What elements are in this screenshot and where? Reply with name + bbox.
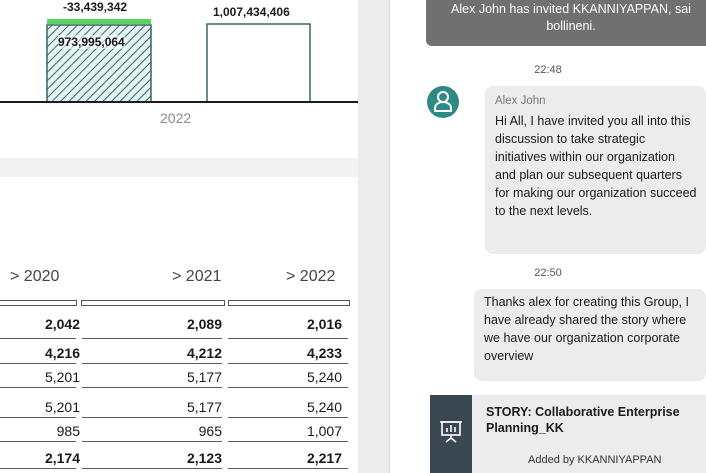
table-row: 5,201 5,177 5,240 xyxy=(0,366,358,388)
table-cell: 4,233 xyxy=(306,345,342,361)
message-author: Alex John xyxy=(495,95,546,107)
header-separator xyxy=(0,300,358,314)
table-cell: 985 xyxy=(56,423,80,439)
table-cell: 5,240 xyxy=(306,369,342,385)
avatar[interactable] xyxy=(427,86,459,118)
table-cell: 4,212 xyxy=(186,345,222,361)
table-cell: 5,201 xyxy=(44,399,80,415)
column-header-2022[interactable]: > 2022 xyxy=(286,268,335,286)
row-separator xyxy=(0,338,76,339)
variance-label: -33,439,342 xyxy=(63,0,128,14)
table-cell: 2,042 xyxy=(44,316,80,332)
row-separator xyxy=(82,468,222,469)
table-row: 2,174 2,123 2,217 xyxy=(0,447,358,469)
table-cell: 2,089 xyxy=(186,316,222,332)
row-separator xyxy=(82,363,222,364)
message-bubble: Alex John Hi All, I have invited you all… xyxy=(485,86,706,254)
table-cell: 2,174 xyxy=(44,450,80,466)
row-separator xyxy=(0,468,76,469)
table-cell: 4,216 xyxy=(44,345,80,361)
table-cell: 2,217 xyxy=(306,450,342,466)
row-separator xyxy=(228,417,348,418)
row-separator xyxy=(228,387,348,388)
table-row: 4,216 4,212 4,233 xyxy=(0,342,358,364)
discussion-panel: Alex John has invited KKANNIYAPPAN, sai … xyxy=(390,0,706,473)
bar-value-label: 973,995,064 xyxy=(58,35,125,49)
system-message-line: bollineni. xyxy=(546,19,596,33)
table-cell: 5,240 xyxy=(306,399,342,415)
row-separator xyxy=(0,363,76,364)
panel-divider xyxy=(358,0,390,473)
message-text: Thanks alex for creating this Group, I h… xyxy=(484,295,689,363)
table-row: 2,042 2,089 2,016 xyxy=(0,313,358,335)
x-axis-year: 2022 xyxy=(160,110,192,126)
story-icon-box xyxy=(430,395,472,473)
row-separator xyxy=(82,417,222,418)
column-header-2021[interactable]: > 2021 xyxy=(172,268,221,286)
row-separator xyxy=(0,387,76,388)
row-separator xyxy=(82,387,222,388)
table-cell: 5,201 xyxy=(44,369,80,385)
row-separator xyxy=(228,468,348,469)
table-cell: 5,177 xyxy=(186,369,222,385)
story-card[interactable]: STORY: Collaborative Enterprise Planning… xyxy=(430,395,706,473)
table-cell: 2,123 xyxy=(186,450,222,466)
row-separator xyxy=(228,338,348,339)
message-timestamp: 22:50 xyxy=(534,267,562,279)
row-separator xyxy=(228,441,348,442)
message-timestamp: 22:48 xyxy=(534,64,562,76)
row-separator xyxy=(82,338,222,339)
story-title[interactable]: STORY: Collaborative Enterprise Planning… xyxy=(486,404,696,436)
table-cell: 965 xyxy=(198,423,222,439)
message-text: Hi All, I have invited you all into this… xyxy=(495,114,697,218)
row-separator xyxy=(0,417,76,418)
row-separator xyxy=(0,441,76,442)
table-cell: 1,007 xyxy=(306,423,342,439)
row-separator xyxy=(228,363,348,364)
message-bubble: Thanks alex for creating this Group, I h… xyxy=(474,289,706,381)
table-cell: 5,177 xyxy=(186,399,222,415)
system-message-line: Alex John has invited KKANNIYAPPAN, sai xyxy=(451,2,691,16)
total-label: 1,007,434,406 xyxy=(213,5,290,19)
variance-bar xyxy=(47,19,151,24)
total-bar xyxy=(206,23,311,103)
row-separator xyxy=(82,441,222,442)
user-icon xyxy=(434,91,452,112)
table-row: 985 965 1,007 xyxy=(0,420,358,442)
column-header-2020[interactable]: > 2020 xyxy=(10,268,59,286)
table-cell: 2,016 xyxy=(306,316,342,332)
table-row: 5,201 5,177 5,240 xyxy=(0,396,358,418)
system-message: Alex John has invited KKANNIYAPPAN, sai … xyxy=(426,0,706,46)
chart-panel: -33,439,342 1,007,434,406 973,995,064 20… xyxy=(0,0,358,158)
variance-chart xyxy=(0,19,358,103)
story-added-by: Added by KKANNIYAPPAN xyxy=(528,454,662,466)
presentation-chart-icon xyxy=(440,421,462,443)
